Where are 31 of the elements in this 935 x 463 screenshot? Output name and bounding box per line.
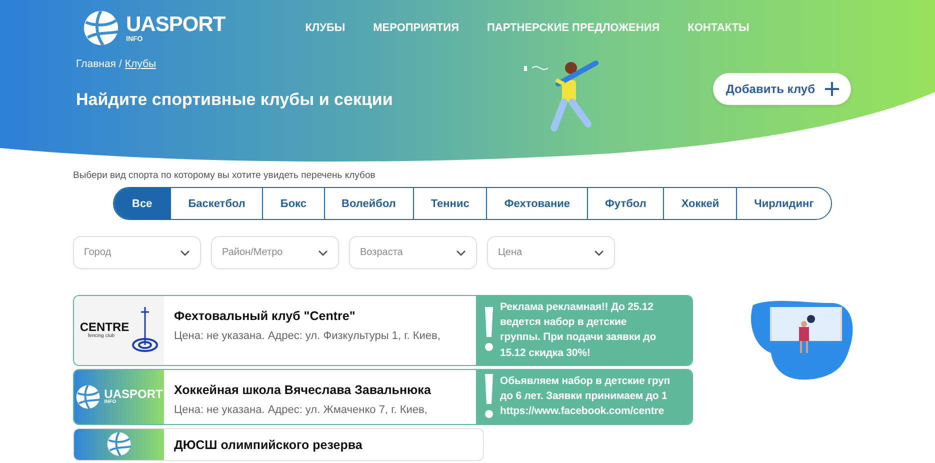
- chevron-down-icon: [456, 250, 466, 256]
- exclamation-icon: [484, 374, 494, 420]
- chevron-down-icon: [318, 250, 328, 256]
- club-details: Цена: не указана. Адрес: ул. Физкультуры 1, г. Киев,: [174, 330, 442, 342]
- plus-icon: [825, 82, 839, 96]
- filter-dropdown[interactable]: Город: [73, 236, 201, 269]
- exclamation-icon: [484, 307, 494, 354]
- chevron-down-icon: [594, 250, 604, 256]
- ad-text: Реклама рекламная!! До 25.12 ведется набор в детские группы. При подачи заявки до 15.12 скидка 30%!: [500, 300, 656, 361]
- sport-tab[interactable]: Все: [114, 188, 170, 219]
- ball-icon: [106, 431, 132, 458]
- ad-text: Обьявляем набор в детские груп до 6 лет. Заявки принимаем до 1 https://www.facebook.com/centre: [500, 374, 670, 420]
- add-club-button[interactable]: Добавить клуб: [712, 73, 851, 105]
- breadcrumb-text[interactable]: Главная: [76, 58, 116, 70]
- filter-dropdown[interactable]: Цена: [487, 236, 615, 269]
- sport-hint: Выбери вид спорта по которому вы хотите увидеть перечень клубов: [73, 170, 376, 181]
- club-name: Фехтовальный клуб "Centre": [174, 309, 356, 323]
- club-details: Цена: не указана. Адрес: ул. Жмаченко 7, г. Киев,: [174, 404, 428, 416]
- club-name: ДЮСШ олимпийского резерва: [174, 438, 364, 452]
- breadcrumb-separator: /: [118, 58, 122, 70]
- filter-dropdown[interactable]: Возраста: [349, 236, 477, 269]
- club-name: Хоккейная школа Вячеслава Завальнюка: [174, 382, 432, 397]
- sport-tab[interactable]: Чирлидинг: [736, 188, 831, 219]
- club-card[interactable]: ДЮСШ олимпийского резерва: [73, 428, 484, 461]
- filter-dropdown[interactable]: Район/Метро: [211, 236, 339, 269]
- page-title: Найдите спортивные клубы и секции: [76, 90, 394, 110]
- logo-title: UASPORT: [126, 14, 226, 34]
- logo-icon: [82, 9, 120, 47]
- chevron-down-icon: [180, 250, 190, 256]
- breadcrumb-link[interactable]: Клубы: [124, 58, 156, 70]
- ball-icon: [75, 384, 102, 410]
